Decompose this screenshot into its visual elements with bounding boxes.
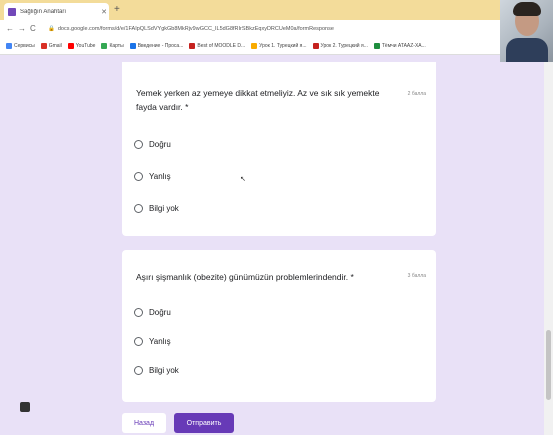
bookmark-item[interactable]: Gmail <box>40 43 62 49</box>
new-tab-icon[interactable]: + <box>114 4 120 15</box>
mouse-cursor-icon: ↖ <box>240 176 246 183</box>
option-label: Yanlış <box>149 172 171 181</box>
radio-icon[interactable] <box>134 204 143 213</box>
radio-icon[interactable] <box>134 366 143 375</box>
forms-icon <box>8 7 16 16</box>
forward-arrow-icon[interactable]: → <box>18 24 26 33</box>
maps-icon <box>101 43 108 49</box>
radio-icon[interactable] <box>134 308 143 317</box>
person-torso <box>506 38 548 62</box>
bookmark-item[interactable]: Введение - Проса... <box>129 43 183 49</box>
browser-tab[interactable]: Sağlığın Anahtarı ✕ <box>4 3 109 20</box>
gmail-icon <box>40 43 47 49</box>
doc-icon <box>129 43 136 49</box>
bookmarks-bar: Сервисы Gmail YouTube Карты Введение - П… <box>0 38 500 55</box>
option-label: Bilgi yok <box>149 204 179 213</box>
radio-icon[interactable] <box>134 337 143 346</box>
moodle-icon <box>189 43 196 49</box>
tab-title: Sağlığın Anahtarı <box>20 8 67 15</box>
submit-button[interactable]: Отправить <box>174 413 234 433</box>
apps-icon <box>6 43 12 49</box>
bookmark-item[interactable]: Тёмчи ATAAZ-ХА... <box>373 43 426 49</box>
bookmark-item[interactable]: Best of MOODLE D... <box>189 43 245 49</box>
option-bilgi-yok[interactable]: Bilgi yok <box>134 366 179 375</box>
option-dogru[interactable]: Doğru <box>134 140 171 149</box>
question-card: Aşırı şişmanlık (obezite) günümüzün prob… <box>122 250 436 402</box>
option-label: Bilgi yok <box>149 366 179 375</box>
option-dogru[interactable]: Doğru <box>134 308 171 317</box>
option-yanlis[interactable]: Yanlış <box>134 172 171 181</box>
bookmark-item[interactable]: Урок 2. Турецкий я... <box>312 43 368 49</box>
back-arrow-icon[interactable]: ← <box>6 24 14 33</box>
question-card: Yemek yerken az yemeye dikkat etmeliyiz.… <box>122 62 436 236</box>
youtube-icon <box>67 43 74 49</box>
close-icon[interactable]: ✕ <box>99 8 109 16</box>
side-panel-icon[interactable] <box>20 402 30 412</box>
bookmark-item[interactable]: Карты <box>101 43 124 49</box>
address-bar: ← → C 🔒 docs.google.com/forms/d/e/1FAIpQ… <box>0 20 500 38</box>
lock-icon: 🔒 <box>48 26 55 32</box>
points-label: 3 балла <box>407 273 426 279</box>
back-button[interactable]: Назад <box>122 413 166 433</box>
points-label: 2 балла <box>407 91 426 97</box>
webcam-overlay <box>500 0 553 62</box>
reload-icon[interactable]: C <box>30 24 36 33</box>
question-text: Yemek yerken az yemeye dikkat etmeliyiz.… <box>136 88 380 112</box>
url-text: docs.google.com/forms/d/e/1FAIpQLSdVYgkG… <box>57 26 334 32</box>
url-field[interactable]: 🔒 docs.google.com/forms/d/e/1FAIpQLSdVYg… <box>48 23 478 35</box>
option-bilgi-yok[interactable]: Bilgi yok <box>134 204 179 213</box>
lesson-icon <box>312 43 319 49</box>
person-hair <box>513 2 541 16</box>
option-label: Yanlış <box>149 337 171 346</box>
lesson-icon <box>251 43 258 49</box>
bookmark-icon <box>373 43 380 49</box>
bookmark-item[interactable]: YouTube <box>67 43 95 49</box>
bookmark-item[interactable]: Сервисы <box>6 43 35 49</box>
question-text: Aşırı şişmanlık (obezite) günümüzün prob… <box>136 272 354 282</box>
radio-icon[interactable] <box>134 140 143 149</box>
option-label: Doğru <box>149 308 171 317</box>
tab-bar: Sağlığın Anahtarı ✕ + <box>0 0 553 20</box>
option-yanlis[interactable]: Yanlış <box>134 337 171 346</box>
scrollbar-thumb[interactable] <box>546 330 551 400</box>
radio-icon[interactable] <box>134 172 143 181</box>
bookmark-item[interactable]: Урок 1. Турецкий я... <box>251 43 307 49</box>
option-label: Doğru <box>149 140 171 149</box>
